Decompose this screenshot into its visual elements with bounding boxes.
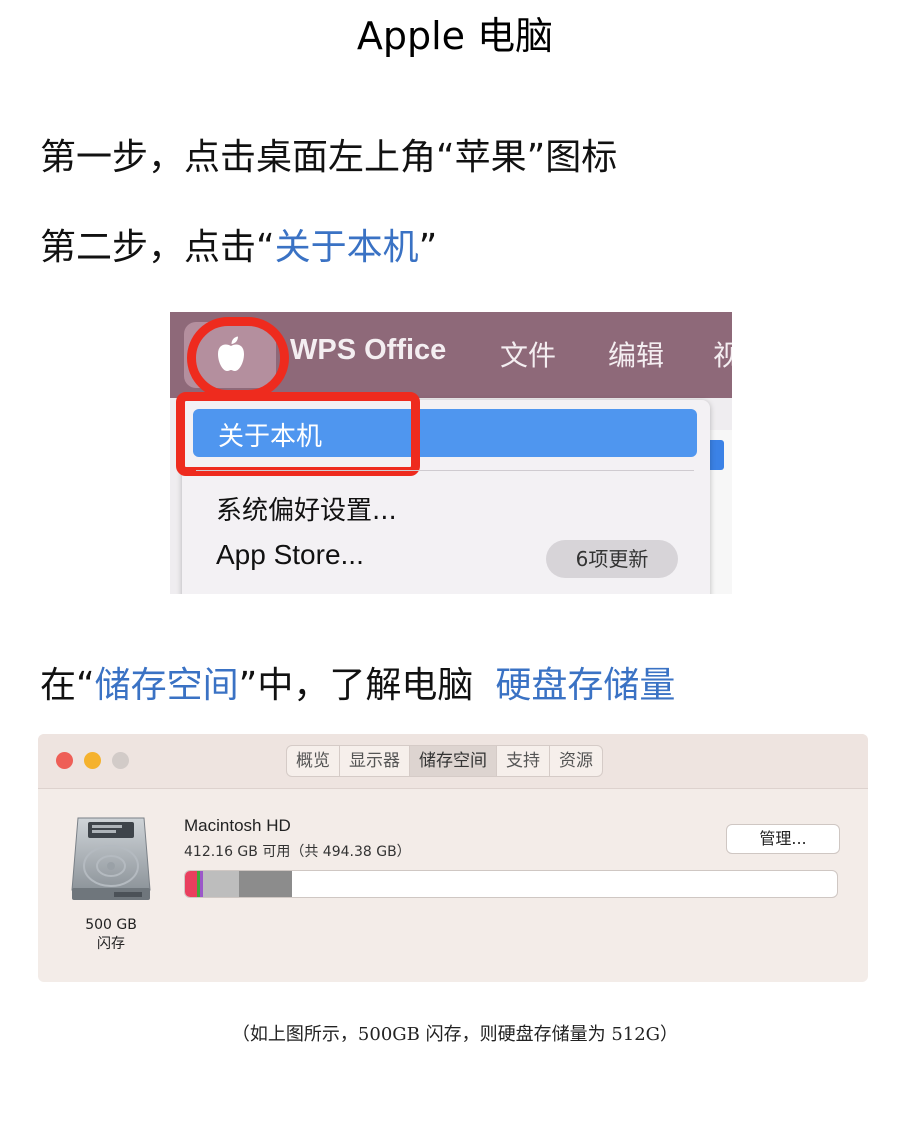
menu-divider	[196, 470, 694, 471]
tab-displays[interactable]: 显示器	[339, 746, 409, 776]
tab-resources[interactable]: 资源	[549, 746, 602, 776]
menu-bar-edit[interactable]: 编辑	[608, 334, 664, 374]
step-one-text: 第一步，点击桌面左上角“苹果”图标	[40, 137, 618, 178]
storage-usage-segment	[185, 871, 197, 897]
minimize-window-button[interactable]	[84, 752, 101, 769]
tab-bar: 概览 显示器 储存空间 支持 资源	[286, 745, 603, 777]
step-three-middle: ”中，了解电脑	[238, 665, 474, 706]
close-window-button[interactable]	[56, 752, 73, 769]
drive-size-label: 500 GB	[85, 917, 137, 933]
storage-usage-segment	[239, 871, 292, 897]
step-three-highlight-capacity: 硬盘存储量	[495, 665, 676, 706]
step-two: 第二步，点击“关于本机”	[40, 226, 437, 270]
tab-storage[interactable]: 储存空间	[409, 746, 496, 776]
drive-type-label: 闪存	[97, 936, 125, 952]
updates-badge: 6项更新	[546, 540, 678, 578]
step-three: 在“储存空间”中，了解电脑 硬盘存储量	[40, 664, 675, 708]
tab-overview[interactable]: 概览	[287, 746, 339, 776]
storage-usage-bar	[184, 870, 838, 898]
about-annotation-box	[176, 392, 420, 476]
menu-bar-file[interactable]: 文件	[500, 334, 556, 374]
menu-bar-view[interactable]: 视	[713, 334, 732, 374]
caption-text: （如上图所示，500GB 闪存，则硬盘存储量为 512G）	[231, 1024, 679, 1045]
step-two-highlight: 关于本机	[274, 227, 419, 268]
disk-name: Macintosh HD	[184, 816, 291, 835]
menu-item-system-preferences[interactable]: 系统偏好设置...	[216, 490, 397, 527]
storage-screenshot: 概览 显示器 储存空间 支持 资源 500 GB 闪存 Macintosh HD…	[38, 734, 868, 982]
step-two-prefix: 第二步，点击“	[40, 227, 275, 268]
page-title: Apple 电脑	[356, 14, 554, 58]
step-three-highlight-storage: 储存空间	[94, 665, 239, 706]
step-two-suffix: ”	[418, 227, 438, 268]
menu-bar-app-name[interactable]: WPS Office	[290, 334, 446, 367]
tab-support[interactable]: 支持	[496, 746, 549, 776]
storage-usage-segment	[203, 871, 239, 897]
disk-available-text: 412.16 GB 可用（共 494.38 GB）	[184, 844, 411, 860]
hard-drive-icon	[71, 817, 151, 900]
maximize-window-button[interactable]	[112, 752, 129, 769]
menu-item-app-store[interactable]: App Store...	[216, 539, 364, 571]
apple-menu-screenshot: WPS Office 文件 编辑 视 关于本机 系统偏好设置... App St…	[170, 312, 732, 594]
manage-button[interactable]: 管理...	[726, 824, 840, 854]
step-three-prefix: 在“	[40, 665, 95, 706]
apple-annotation-circle	[187, 317, 289, 399]
